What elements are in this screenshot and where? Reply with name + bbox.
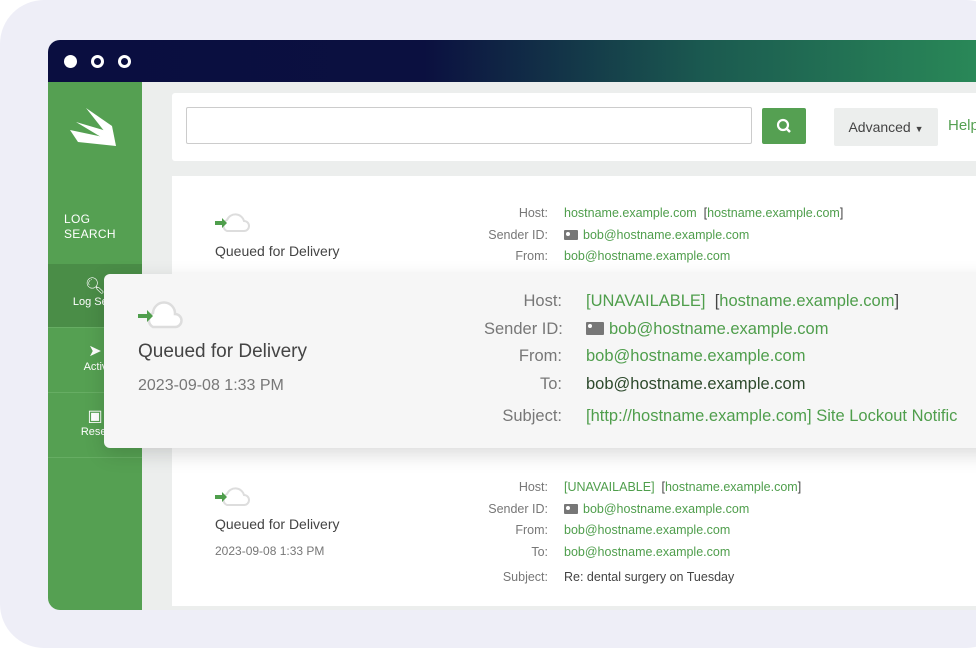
host-link[interactable]: [UNAVAILABLE] [564,480,655,494]
from-link[interactable]: bob@hostname.example.com [586,347,805,365]
from-link[interactable]: bob@hostname.example.com [564,249,730,263]
from-link[interactable]: bob@hostname.example.com [564,523,730,537]
host-bracket-link[interactable]: hostname.example.com [665,480,798,494]
entry-details: Host: [UNAVAILABLE] [hostname.example.com… [484,292,958,425]
host-bracket-link[interactable]: hostname.example.com [707,206,840,220]
entry-details: Host: [UNAVAILABLE] [hostname.example.com… [488,480,802,585]
id-card-icon [564,229,578,240]
logo-icon [70,108,116,146]
search-panel: Advanced ▼ Help [172,93,976,161]
queued-cloud-icon [215,487,250,506]
search-input[interactable] [186,107,752,144]
search-button[interactable] [762,108,806,144]
sender-link[interactable]: bob@hostname.example.com [583,228,749,242]
title-bar [48,40,976,82]
date-text: 2023-09-08 1:33 PM [215,544,325,558]
id-card-icon [564,503,578,514]
host-link[interactable]: hostname.example.com [564,206,697,220]
to-link[interactable]: bob@hostname.example.com [586,375,805,393]
sender-link[interactable]: bob@hostname.example.com [609,320,828,338]
id-card-icon [586,321,604,335]
sender-link[interactable]: bob@hostname.example.com [583,502,749,516]
search-icon [776,118,791,133]
to-link[interactable]: bob@hostname.example.com [564,545,730,559]
subject-text: Re: dental surgery on Tuesday [564,570,735,585]
queued-cloud-icon [215,213,250,232]
log-entry-card[interactable]: Queued for Delivery 2023-09-08 1:33 PM H… [172,466,976,606]
advanced-dropdown[interactable]: Advanced ▼ [834,108,938,146]
window-minimize-button[interactable] [91,55,104,68]
sidebar-title: LOG SEARCH [64,212,116,241]
caret-down-icon: ▼ [914,124,924,134]
help-link[interactable]: Help [948,117,976,134]
entry-details: Host: hostname.example.com [hostname.exam… [488,206,844,264]
subject-link[interactable]: [http://hostname.example.com] Site Locko… [586,407,957,425]
date-text: 2023-09-08 1:33 PM [138,377,284,394]
host-bracket-link[interactable]: hostname.example.com [719,292,894,310]
window-close-button[interactable] [64,55,77,68]
window-maximize-button[interactable] [118,55,131,68]
status-text: Queued for Delivery [215,243,340,259]
queued-cloud-icon [138,301,183,329]
status-text: Queued for Delivery [215,516,340,532]
status-text: Queued for Delivery [138,341,307,362]
host-link[interactable]: [UNAVAILABLE] [586,292,706,310]
highlighted-log-entry[interactable]: Queued for Delivery 2023-09-08 1:33 PM H… [104,274,976,448]
